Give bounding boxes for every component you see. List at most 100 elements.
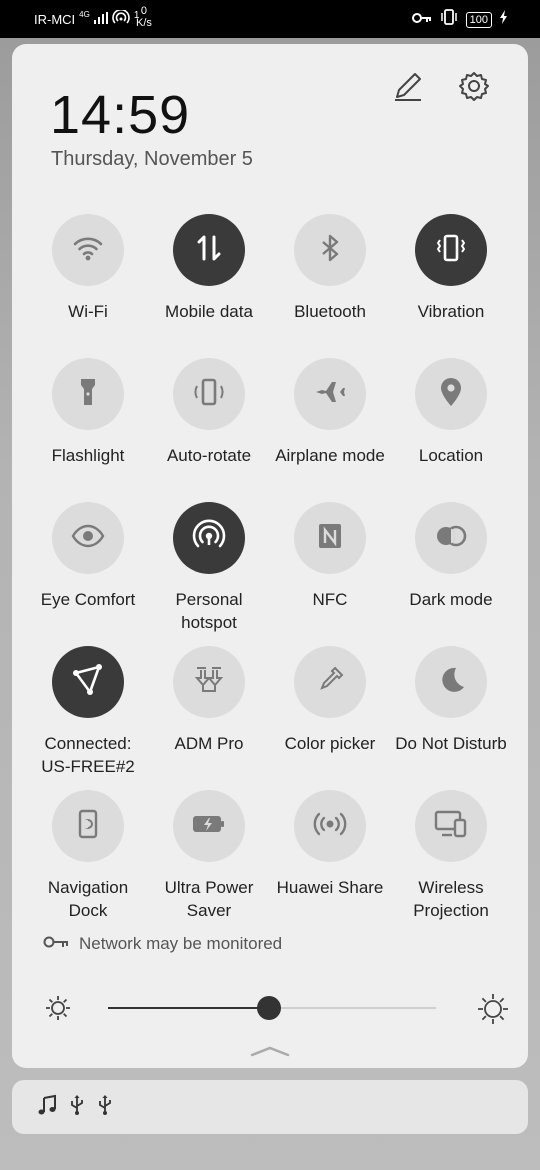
tile-connected-us-free-2[interactable]: Connected: US-FREE#2: [28, 646, 148, 778]
tile-bluetooth[interactable]: Bluetooth: [270, 214, 390, 323]
network-monitor-notice[interactable]: Network may be monitored: [43, 934, 282, 954]
tile-label: Do Not Disturb: [395, 734, 507, 753]
carrier-name: IR-MCI: [34, 12, 76, 27]
tile-toggle-button[interactable]: [415, 502, 487, 574]
tile-toggle-button[interactable]: [173, 790, 245, 862]
tile-label: Auto-rotate: [166, 446, 252, 465]
tile-label: Color picker: [284, 734, 376, 753]
clock-date[interactable]: Thursday, November 5: [51, 148, 253, 171]
tile-toggle-button[interactable]: [294, 358, 366, 430]
tile-toggle-button[interactable]: [52, 790, 124, 862]
tile-label: Vibration: [417, 302, 485, 321]
tile-navigation-dock[interactable]: Navigation Dock: [28, 790, 148, 922]
tile-auto-rotate[interactable]: Auto-rotate: [149, 358, 269, 467]
tile-do-not-disturb[interactable]: Do Not Disturb: [391, 646, 511, 755]
gear-icon: [457, 69, 491, 108]
brightness-high-icon: [476, 992, 510, 1031]
brightness-thumb[interactable]: [256, 996, 281, 1020]
tile-toggle-button[interactable]: [294, 790, 366, 862]
collapse-handle[interactable]: [250, 1044, 290, 1063]
tile-wi-fi[interactable]: Wi-Fi: [28, 214, 148, 323]
tile-personal-hotspot[interactable]: Personal hotspot: [149, 502, 269, 634]
tile-adm-pro[interactable]: ADM Pro: [149, 646, 269, 755]
charging-icon: [500, 10, 508, 29]
tile-label: Flashlight: [51, 446, 125, 465]
tile-label: Location: [418, 446, 484, 465]
tile-toggle-button[interactable]: [52, 358, 124, 430]
tile-toggle-button[interactable]: [173, 646, 245, 718]
brightness-control: [42, 988, 508, 1028]
tile-toggle-button[interactable]: [52, 214, 124, 286]
projection-icon: [432, 807, 470, 846]
tile-eye-comfort[interactable]: Eye Comfort: [28, 502, 148, 611]
network-monitor-text: Network may be monitored: [79, 934, 283, 953]
control-center-panel: 14:59 Thursday, November 5 pencil-icon g…: [12, 44, 528, 1068]
nav-dock-icon: [71, 807, 105, 846]
share-signal-icon: [311, 807, 349, 846]
wifi-icon: [71, 231, 105, 270]
brightness-low-icon: [44, 994, 72, 1027]
tile-dark-mode[interactable]: Dark mode: [391, 502, 511, 611]
chevron-up-icon: [250, 1045, 290, 1062]
network-speed: 0 K/s: [136, 5, 152, 29]
tile-toggle-button[interactable]: [415, 214, 487, 286]
tile-toggle-button[interactable]: [52, 502, 124, 574]
tile-toggle-button[interactable]: [415, 790, 487, 862]
tile-toggle-button[interactable]: [415, 358, 487, 430]
tile-airplane-mode[interactable]: Airplane mode: [270, 358, 390, 467]
tile-huawei-share[interactable]: Huawei Share: [270, 790, 390, 899]
brightness-slider[interactable]: [108, 996, 436, 1020]
tile-label: Huawei Share: [276, 878, 384, 897]
tile-vibration[interactable]: Vibration: [391, 214, 511, 323]
battery-indicator: 100: [465, 11, 492, 28]
auto-rotate-icon: [191, 374, 227, 415]
hotspot-status-icon: [112, 8, 130, 29]
hotspot-icon: [190, 517, 228, 560]
vpn-icon: [69, 661, 107, 704]
tile-toggle-button[interactable]: [294, 214, 366, 286]
key-icon: [411, 11, 432, 29]
dark-mode-icon: [432, 519, 470, 558]
tile-toggle-button[interactable]: [415, 646, 487, 718]
settings-button[interactable]: [452, 66, 496, 110]
tile-label: Connected: US-FREE#2: [41, 734, 135, 776]
tile-label: Eye Comfort: [40, 590, 136, 609]
tile-label: Mobile data: [165, 302, 253, 321]
network-type: 4G: [79, 10, 90, 19]
notification-bar[interactable]: [12, 1080, 528, 1134]
tile-toggle-button[interactable]: [173, 358, 245, 430]
flashlight-icon: [71, 375, 105, 414]
battery-saver-icon: [190, 809, 228, 844]
tile-label: NFC: [312, 590, 348, 609]
tile-toggle-button[interactable]: [173, 214, 245, 286]
pencil-icon: [391, 69, 425, 108]
bluetooth-icon: [313, 231, 347, 270]
location-icon: [434, 375, 468, 414]
tile-toggle-button[interactable]: [52, 646, 124, 718]
tile-ultra-power-saver[interactable]: Ultra Power Saver: [149, 790, 269, 922]
tile-label: Ultra Power Saver: [164, 878, 254, 920]
tile-wireless-projection[interactable]: Wireless Projection: [391, 790, 511, 922]
eyedropper-icon: [313, 663, 347, 702]
tile-location[interactable]: Location: [391, 358, 511, 467]
tile-nfc[interactable]: NFC: [270, 502, 390, 611]
tile-toggle-button[interactable]: [173, 502, 245, 574]
moon-icon: [434, 663, 468, 702]
tile-flashlight[interactable]: Flashlight: [28, 358, 148, 467]
nfc-icon: [313, 519, 347, 558]
usb-icon: [68, 1094, 86, 1121]
tile-mobile-data[interactable]: Mobile data: [149, 214, 269, 323]
brightness-fill: [108, 1007, 269, 1009]
vibration-icon: [433, 230, 469, 271]
tile-toggle-button[interactable]: [294, 646, 366, 718]
vibration-status-icon: [440, 9, 458, 30]
tile-color-picker[interactable]: Color picker: [270, 646, 390, 755]
clock-time[interactable]: 14:59: [50, 84, 190, 146]
tile-label: Personal hotspot: [175, 590, 243, 632]
tile-label: Wi-Fi: [68, 302, 108, 321]
usb-icon: [96, 1094, 114, 1121]
download-icon: [191, 662, 227, 703]
tile-label: Dark mode: [409, 590, 493, 609]
edit-button[interactable]: [386, 66, 430, 110]
tile-toggle-button[interactable]: [294, 502, 366, 574]
